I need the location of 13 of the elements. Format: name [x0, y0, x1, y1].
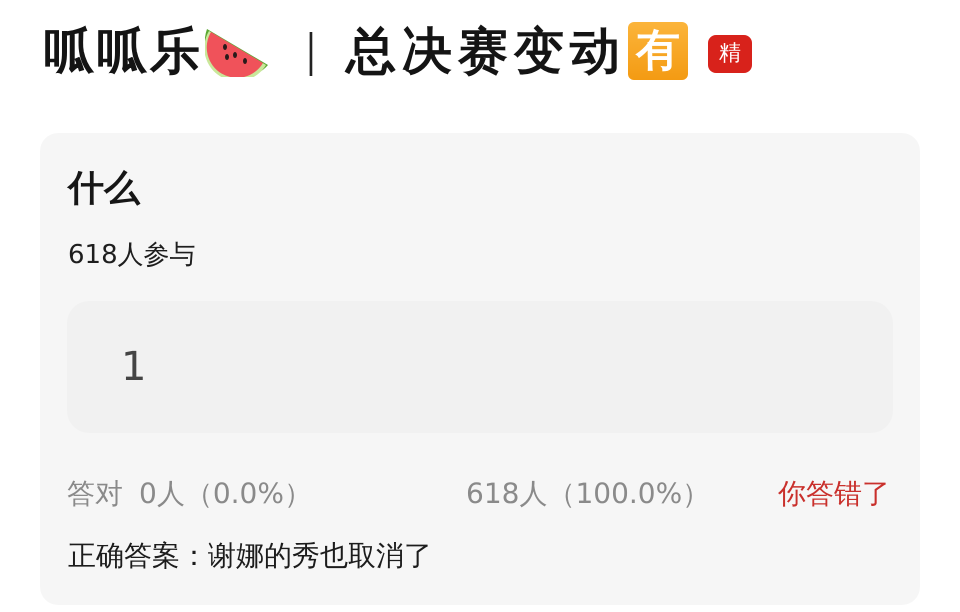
correct-label: 答对 [67, 476, 123, 512]
answer-box: 1 [67, 301, 893, 434]
participant-count: 618人参与 [68, 240, 197, 272]
result-message: 你答错了 [778, 476, 890, 512]
correct-answer: 正确答案：谢娜的秀也取消了 [68, 538, 433, 574]
title-text: 呱呱乐 [44, 24, 203, 78]
title-text: 总决赛变动 [346, 24, 626, 78]
correct-count: 0人（0.0%） [139, 476, 312, 512]
wrong-count: 618人（100.0%） [466, 476, 710, 512]
title-separator: ｜ [289, 26, 332, 76]
emoji-tile: 有 [628, 22, 688, 80]
question-title: 什么 [68, 167, 142, 210]
featured-badge: 精 [708, 35, 752, 73]
